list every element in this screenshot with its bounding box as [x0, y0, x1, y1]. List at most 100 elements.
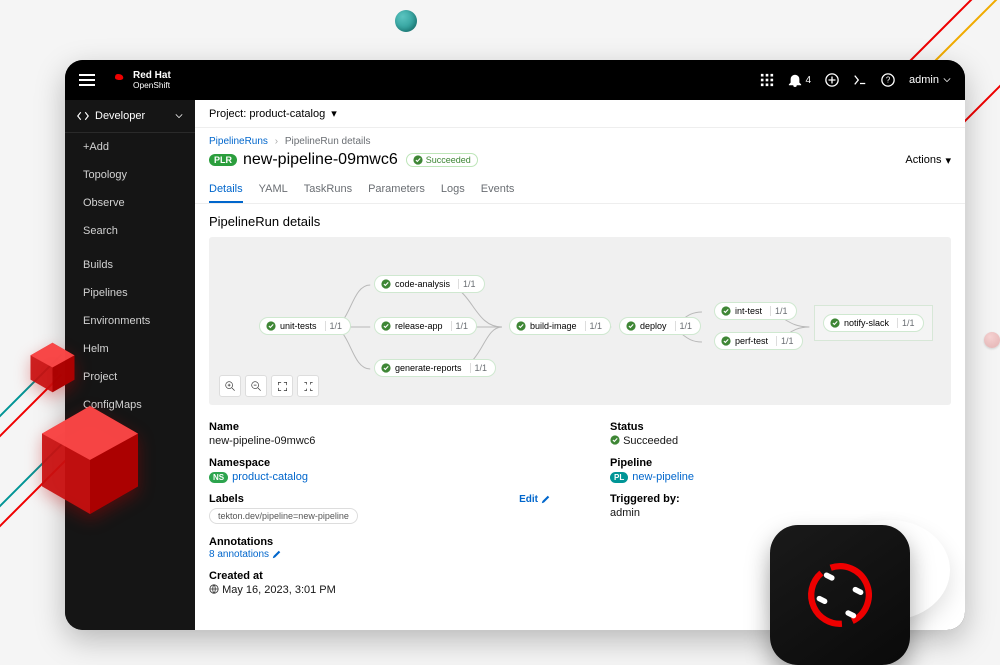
plus-icon[interactable] [825, 73, 839, 87]
sidebar-item-search[interactable]: Search [65, 217, 195, 245]
pipeline-badge: PL [610, 472, 628, 483]
node-label: perf-test [735, 336, 768, 346]
name-label: Name [209, 421, 550, 433]
check-circle-icon [516, 321, 526, 331]
pipeline-visualization[interactable]: unit-tests 1/1 code-analysis 1/1 release… [209, 237, 951, 405]
check-circle-icon [830, 318, 840, 328]
user-menu[interactable]: admin [909, 74, 951, 86]
project-selector[interactable]: Project: product-catalog ▾ [195, 100, 965, 128]
sidebar-item-project[interactable]: Project [65, 363, 195, 391]
code-icon [77, 110, 89, 122]
sidebar-item-environments[interactable]: Environments [65, 307, 195, 335]
perspective-switcher[interactable]: Developer [65, 100, 195, 133]
task-node-unit-tests[interactable]: unit-tests 1/1 [259, 317, 351, 335]
node-ratio: 1/1 [470, 363, 488, 373]
node-ratio: 1/1 [325, 321, 343, 331]
chevron-down-icon [943, 76, 951, 84]
sidebar-item-helm[interactable]: Helm [65, 335, 195, 363]
tab-taskruns[interactable]: TaskRuns [304, 177, 352, 203]
annotations-label: Annotations [209, 536, 550, 548]
node-label: int-test [735, 306, 762, 316]
sidebar-item-observe[interactable]: Observe [65, 189, 195, 217]
tab-logs[interactable]: Logs [441, 177, 465, 203]
bell-icon [788, 73, 802, 87]
check-circle-icon [413, 155, 423, 165]
notification-count: 4 [805, 75, 811, 86]
tab-details[interactable]: Details [209, 177, 243, 203]
check-circle-icon [381, 279, 391, 289]
reset-view-button[interactable] [297, 375, 319, 397]
node-label: notify-slack [844, 318, 889, 328]
status-label: Status [610, 421, 951, 433]
decorative-teal-sphere [395, 10, 417, 32]
resource-badge: PLR [209, 154, 237, 166]
redhat-icon [109, 71, 127, 89]
sidebar-item-builds[interactable]: Builds [65, 251, 195, 279]
task-node-build-image[interactable]: build-image 1/1 [509, 317, 611, 335]
node-ratio: 1/1 [585, 321, 603, 331]
tabs: Details YAML TaskRuns Parameters Logs Ev… [195, 177, 965, 204]
tab-parameters[interactable]: Parameters [368, 177, 425, 203]
fit-to-screen-button[interactable] [271, 375, 293, 397]
check-circle-icon [626, 321, 636, 331]
zoom-in-button[interactable] [219, 375, 241, 397]
menu-toggle-button[interactable] [79, 74, 95, 86]
zoom-controls [219, 375, 319, 397]
namespace-badge: NS [209, 472, 228, 483]
task-node-release-app[interactable]: release-app 1/1 [374, 317, 477, 335]
decorative-pink-sphere [984, 332, 1000, 348]
pipeline-link[interactable]: new-pipeline [632, 471, 694, 483]
task-node-int-test[interactable]: int-test 1/1 [714, 302, 797, 320]
openshift-app-icon [770, 525, 910, 665]
edit-labels-button[interactable]: Edit [519, 494, 550, 505]
namespace-link[interactable]: product-catalog [232, 471, 308, 483]
label-chip: tekton.dev/pipeline=new-pipeline [209, 508, 358, 524]
created-value: May 16, 2023, 3:01 PM [209, 584, 550, 596]
check-circle-icon [721, 306, 731, 316]
status-pill: Succeeded [406, 153, 478, 167]
breadcrumb: PipelineRuns › PipelineRun details [195, 128, 965, 147]
svg-text:?: ? [886, 76, 891, 85]
labels-label: Labels [209, 493, 244, 505]
pipeline-label: Pipeline [610, 457, 951, 469]
triggered-label: Triggered by: [610, 493, 951, 505]
sidebar-item-topology[interactable]: Topology [65, 161, 195, 189]
sidebar-item-pipelines[interactable]: Pipelines [65, 279, 195, 307]
pencil-icon [272, 550, 281, 559]
notifications-button[interactable]: 4 [788, 73, 811, 87]
section-heading: PipelineRun details [209, 214, 951, 229]
node-label: build-image [530, 321, 577, 331]
task-node-deploy[interactable]: deploy 1/1 [619, 317, 701, 335]
task-node-notify-slack[interactable]: notify-slack 1/1 [823, 314, 924, 332]
globe-icon [209, 584, 219, 594]
node-ratio: 1/1 [897, 318, 915, 328]
sidebar-item-add[interactable]: +Add [65, 133, 195, 161]
task-node-generate-reports[interactable]: generate-reports 1/1 [374, 359, 496, 377]
finally-group: notify-slack 1/1 [814, 305, 933, 341]
task-node-code-analysis[interactable]: code-analysis 1/1 [374, 275, 485, 293]
page-title: new-pipeline-09mwc6 [243, 151, 398, 169]
created-label: Created at [209, 570, 550, 582]
terminal-icon[interactable] [853, 73, 867, 87]
breadcrumb-root[interactable]: PipelineRuns [209, 136, 268, 147]
brand-line2: OpenShift [133, 81, 171, 89]
actions-label: Actions [905, 154, 941, 166]
node-label: deploy [640, 321, 667, 331]
node-label: release-app [395, 321, 443, 331]
tab-yaml[interactable]: YAML [259, 177, 288, 203]
check-circle-icon [381, 321, 391, 331]
user-label: admin [909, 74, 939, 86]
tab-events[interactable]: Events [481, 177, 515, 203]
namespace-label: Namespace [209, 457, 550, 469]
actions-menu[interactable]: Actions ▾ [905, 154, 951, 167]
status-value: Succeeded [610, 435, 951, 447]
brand-logo: Red Hat OpenShift [109, 71, 171, 89]
app-launcher-icon[interactable] [760, 73, 774, 87]
node-label: generate-reports [395, 363, 462, 373]
node-ratio: 1/1 [770, 306, 788, 316]
help-icon[interactable]: ? [881, 73, 895, 87]
annotations-link[interactable]: 8 annotations [209, 549, 281, 560]
masthead: Red Hat OpenShift 4 ? admin [65, 60, 965, 100]
task-node-perf-test[interactable]: perf-test 1/1 [714, 332, 803, 350]
zoom-out-button[interactable] [245, 375, 267, 397]
